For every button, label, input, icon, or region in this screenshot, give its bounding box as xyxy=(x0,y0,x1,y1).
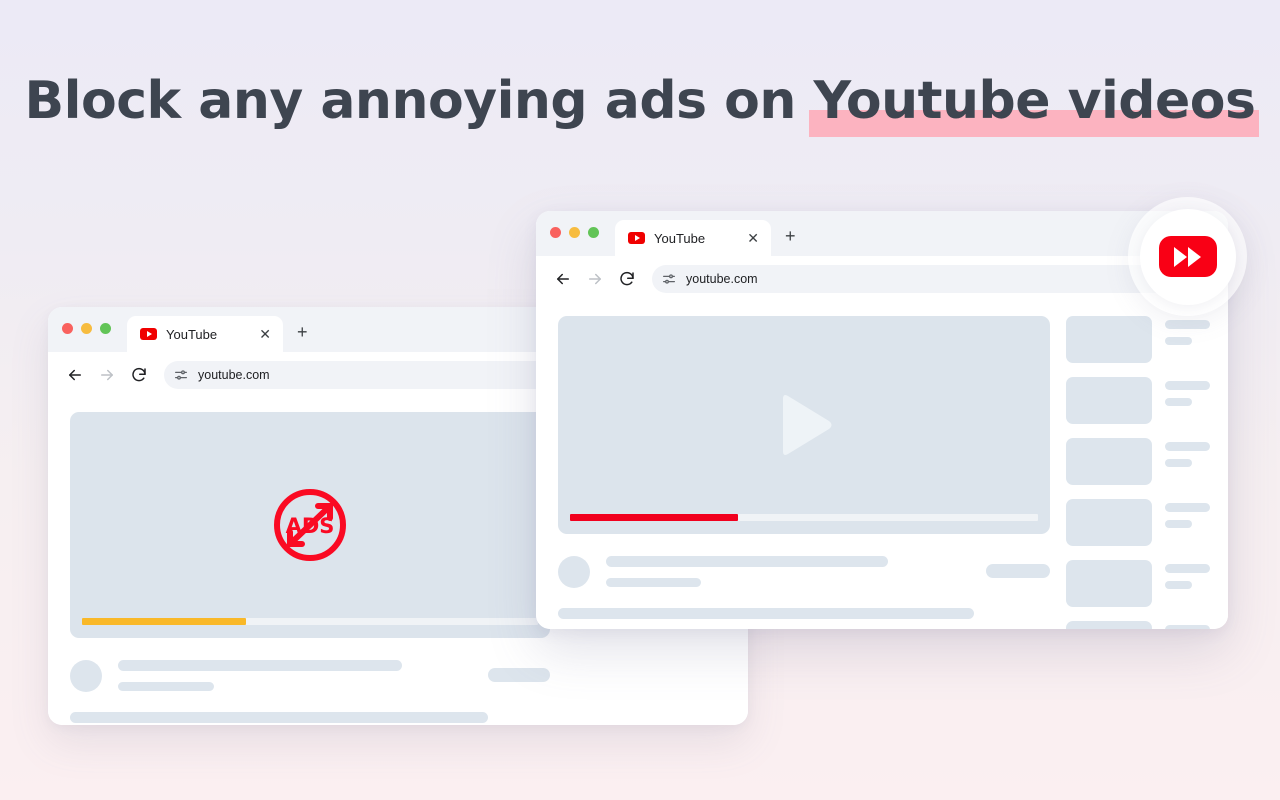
video-meta-lines-back xyxy=(118,660,472,691)
fast-forward-triangle-1 xyxy=(1174,246,1187,267)
app-logo-badge xyxy=(1128,197,1247,316)
video-progress-track-back[interactable] xyxy=(82,618,538,625)
reload-icon[interactable] xyxy=(618,270,636,288)
back-arrow-icon[interactable] xyxy=(554,270,572,288)
title-placeholder xyxy=(118,660,402,671)
play-icon[interactable] xyxy=(773,391,835,459)
list-item-lines xyxy=(1165,438,1210,467)
channel-avatar-placeholder xyxy=(70,660,102,692)
tune-icon[interactable] xyxy=(661,271,677,287)
new-tab-button[interactable]: + xyxy=(297,323,308,341)
main-column-back: ADS xyxy=(48,412,550,725)
address-bar-front[interactable]: youtube.com xyxy=(652,265,1212,293)
reload-icon[interactable] xyxy=(130,366,148,384)
tab-youtube-back[interactable]: YouTube ✕ xyxy=(127,316,283,352)
window-traffic-lights-front xyxy=(550,211,615,256)
close-window-dot[interactable] xyxy=(62,323,73,334)
headline-lead-text: Block any annoying ads on xyxy=(24,71,814,131)
youtube-favicon xyxy=(628,232,645,244)
video-meta-lines-front xyxy=(606,556,970,587)
list-item[interactable] xyxy=(1066,377,1210,424)
action-pill-placeholder[interactable] xyxy=(488,668,550,682)
page-content-front xyxy=(536,302,1228,629)
tune-icon[interactable] xyxy=(173,367,189,383)
video-meta-row-front xyxy=(558,556,1050,588)
url-text: youtube.com xyxy=(686,272,758,286)
app-logo-circle xyxy=(1139,208,1236,305)
list-item-lines xyxy=(1165,499,1210,528)
close-icon[interactable]: ✕ xyxy=(747,231,759,245)
video-progress-fill-back xyxy=(82,618,247,625)
video-player-front[interactable] xyxy=(558,316,1050,534)
maximize-window-dot[interactable] xyxy=(100,323,111,334)
line-placeholder xyxy=(1165,459,1192,467)
thumbnail-placeholder xyxy=(1066,499,1152,546)
fast-forward-triangle-2 xyxy=(1188,246,1201,267)
headline-highlight: Youtube videos xyxy=(809,71,1260,137)
line-placeholder xyxy=(1165,581,1192,589)
action-pill-placeholder[interactable] xyxy=(986,564,1050,578)
line-placeholder xyxy=(1165,337,1192,345)
tab-title: YouTube xyxy=(166,326,218,342)
subtitle-placeholder xyxy=(606,578,701,587)
sidebar-front xyxy=(1066,316,1228,629)
list-item[interactable] xyxy=(1066,499,1210,546)
description-placeholder xyxy=(558,608,974,619)
svg-text:ADS: ADS xyxy=(286,514,335,538)
list-item[interactable] xyxy=(1066,621,1210,629)
forward-arrow-icon[interactable] xyxy=(586,270,604,288)
line-placeholder xyxy=(1165,564,1210,573)
main-column-front xyxy=(536,316,1050,629)
close-window-dot[interactable] xyxy=(550,227,561,238)
video-progress-track-front[interactable] xyxy=(570,514,1038,521)
video-meta-row-back xyxy=(70,660,550,692)
line-placeholder xyxy=(1165,625,1210,629)
line-placeholder xyxy=(1165,398,1192,406)
youtube-favicon xyxy=(140,328,157,340)
maximize-window-dot[interactable] xyxy=(588,227,599,238)
browser-window-front[interactable]: YouTube ✕ + youtube.com xyxy=(536,211,1228,629)
subtitle-placeholder xyxy=(118,682,214,691)
line-placeholder xyxy=(1165,320,1210,329)
thumbnail-placeholder xyxy=(1066,316,1152,363)
minimize-window-dot[interactable] xyxy=(81,323,92,334)
video-player-back[interactable]: ADS xyxy=(70,412,550,638)
line-placeholder xyxy=(1165,381,1210,390)
close-icon[interactable]: ✕ xyxy=(259,327,271,341)
browser-navbar-front: youtube.com xyxy=(536,256,1228,302)
description-placeholder xyxy=(70,712,488,723)
list-item-lines xyxy=(1165,316,1210,345)
thumbnail-placeholder xyxy=(1066,377,1152,424)
thumbnail-placeholder xyxy=(1066,438,1152,485)
tab-youtube-front[interactable]: YouTube ✕ xyxy=(615,220,771,256)
thumbnail-placeholder xyxy=(1066,560,1152,607)
line-placeholder xyxy=(1165,520,1192,528)
line-placeholder xyxy=(1165,442,1210,451)
tab-title: YouTube xyxy=(654,230,706,246)
back-arrow-icon[interactable] xyxy=(66,366,84,384)
list-item-lines xyxy=(1165,621,1210,629)
fast-forward-icon xyxy=(1158,236,1217,277)
list-item-lines xyxy=(1165,377,1210,406)
list-item[interactable] xyxy=(1066,560,1210,607)
line-placeholder xyxy=(1165,503,1210,512)
title-placeholder xyxy=(606,556,888,567)
minimize-window-dot[interactable] xyxy=(569,227,580,238)
list-item[interactable] xyxy=(1066,316,1210,363)
list-item-lines xyxy=(1165,560,1210,589)
hero-heading-area: Block any annoying ads on Youtube videos xyxy=(0,71,1280,137)
forward-arrow-icon[interactable] xyxy=(98,366,116,384)
headline-highlight-text: Youtube videos xyxy=(813,71,1256,131)
channel-avatar-placeholder xyxy=(558,556,590,588)
video-progress-fill-front xyxy=(570,514,739,521)
thumbnail-placeholder xyxy=(1066,621,1152,629)
list-item[interactable] xyxy=(1066,438,1210,485)
no-ads-icon: ADS xyxy=(274,489,346,561)
new-tab-button[interactable]: + xyxy=(785,227,796,245)
browser-tabbar-front: YouTube ✕ + xyxy=(536,211,1228,256)
page-title: Block any annoying ads on Youtube videos xyxy=(24,71,1260,137)
url-text: youtube.com xyxy=(198,368,270,382)
window-traffic-lights-back xyxy=(62,307,127,352)
